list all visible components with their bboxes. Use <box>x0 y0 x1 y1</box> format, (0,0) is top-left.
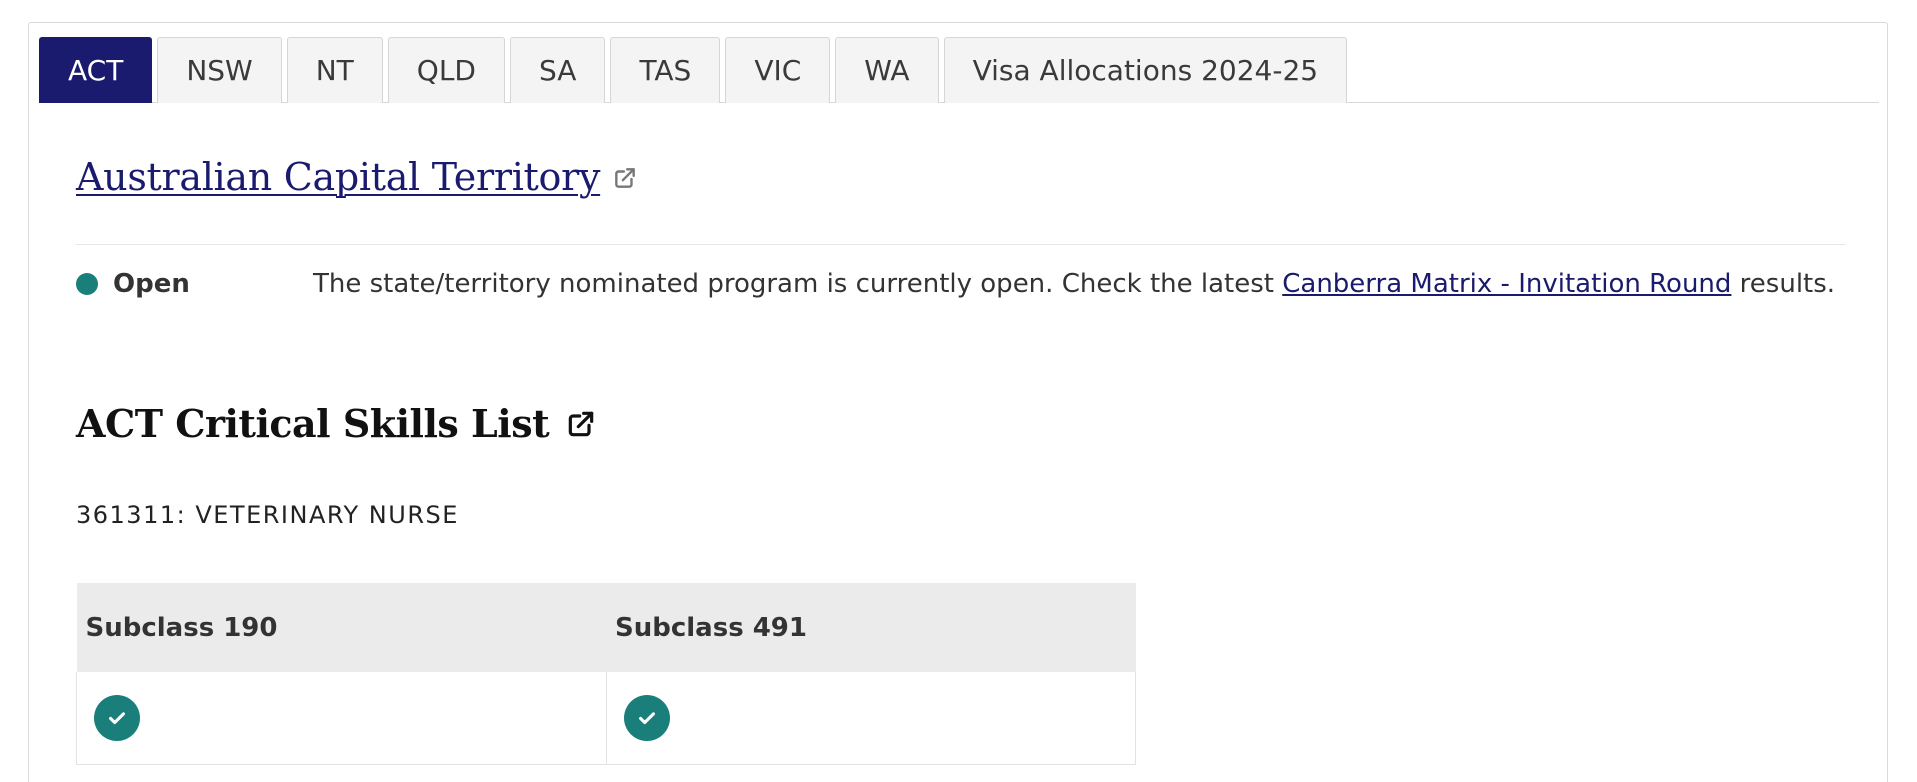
tab-visa-allocations[interactable]: Visa Allocations 2024-25 <box>943 37 1348 103</box>
state-tab-bar: ACT NSW NT QLD SA TAS VIC WA Visa Alloca… <box>39 37 1879 103</box>
check-icon <box>623 694 670 741</box>
tab-nt[interactable]: NT <box>286 37 383 103</box>
external-link-icon[interactable] <box>565 408 597 440</box>
canberra-matrix-link[interactable]: Canberra Matrix - Invitation Round <box>1282 269 1731 299</box>
tab-sa[interactable]: SA <box>510 37 606 103</box>
external-link-icon[interactable] <box>612 165 638 191</box>
skills-list-title: ACT Critical Skills List <box>76 401 550 446</box>
section-divider <box>76 244 1846 245</box>
status-text-before: The state/territory nominated program is… <box>313 269 1283 299</box>
table-header-row: Subclass 190 Subclass 491 <box>76 583 1136 672</box>
table-cell-subclass-491 <box>605 672 1136 765</box>
status-indicator-dot <box>76 273 98 295</box>
check-icon <box>94 694 140 741</box>
table-header-subclass-190: Subclass 190 <box>76 583 606 672</box>
table-row <box>76 672 1136 765</box>
table-header-subclass-491: Subclass 491 <box>606 583 1136 672</box>
program-status: Open The state/territory nominated progr… <box>76 269 1846 299</box>
state-heading: Australian Capital Territory <box>76 155 638 199</box>
state-tabs-panel: ACT NSW NT QLD SA TAS VIC WA Visa Alloca… <box>28 22 1888 782</box>
status-description: The state/territory nominated program is… <box>313 269 1835 299</box>
tab-act[interactable]: ACT <box>39 37 153 103</box>
tab-vic[interactable]: VIC <box>725 37 831 103</box>
skills-list-heading: ACT Critical Skills List <box>76 401 597 446</box>
visa-subclass-table: Subclass 190 Subclass 491 <box>76 583 1136 765</box>
status-label: Open <box>113 269 190 299</box>
occupation-code: 361311: VETERINARY NURSE <box>76 501 459 529</box>
tab-nsw[interactable]: NSW <box>157 37 282 103</box>
tab-wa[interactable]: WA <box>835 37 939 103</box>
tab-tas[interactable]: TAS <box>610 37 721 103</box>
status-text-after: results. <box>1731 269 1836 299</box>
table-cell-subclass-190 <box>76 672 607 765</box>
state-title-link[interactable]: Australian Capital Territory <box>76 155 600 199</box>
tab-qld[interactable]: QLD <box>387 37 505 103</box>
